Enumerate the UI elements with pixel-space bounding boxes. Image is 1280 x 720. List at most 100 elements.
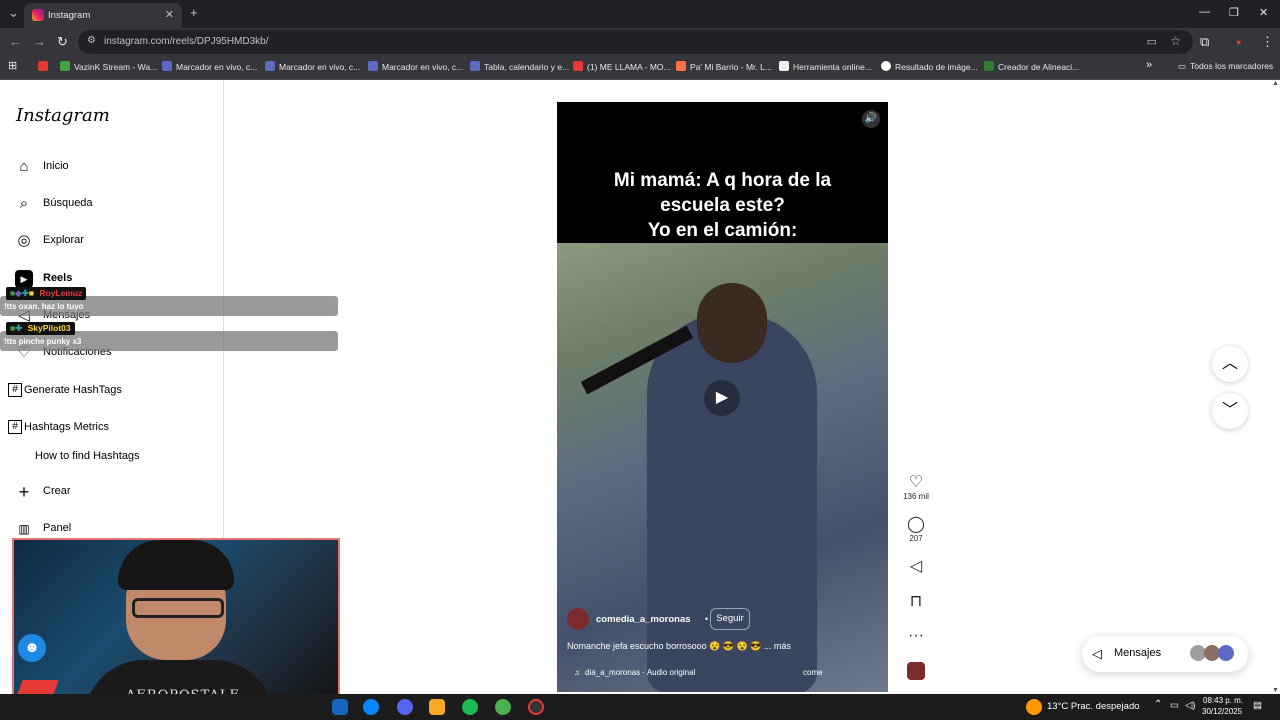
bookmark-9[interactable]: Resultado de imáge...: [881, 61, 978, 75]
reel-audio[interactable]: dia_a_moronas · Audio original: [585, 668, 695, 677]
reload-icon[interactable]: ↻: [57, 34, 68, 50]
music-note-icon: ♫: [574, 668, 580, 677]
browser-tab[interactable]: Instagram ✕: [24, 3, 182, 28]
browser-tab-strip: ⌄ Instagram ✕ + — ❐ ✕: [0, 0, 1280, 28]
spotify-icon[interactable]: [462, 699, 478, 715]
bookmark-icon[interactable]: ⊓: [898, 593, 934, 611]
apps-icon[interactable]: ⊞: [8, 59, 17, 73]
bookmark-label: Tabla, calendario y e...: [484, 62, 570, 72]
next-reel-button[interactable]: ﹀: [1212, 393, 1248, 429]
bookmark-label: VazinK Stream - Wa...: [74, 62, 158, 72]
avatar: [1218, 645, 1234, 661]
profile-icon[interactable]: ●: [1236, 37, 1241, 47]
bookmark-5[interactable]: Tabla, calendario y e...: [470, 61, 569, 75]
bookmark-2[interactable]: Marcador en vivo, c...: [162, 61, 257, 75]
minimize-icon[interactable]: —: [1199, 6, 1210, 18]
new-tab-icon[interactable]: +: [190, 5, 198, 20]
audio-thumbnail[interactable]: [907, 662, 925, 680]
site-info-icon[interactable]: ⚙: [87, 35, 96, 46]
tab-title: Instagram: [48, 10, 91, 21]
comment-icon[interactable]: ◯: [898, 516, 934, 534]
bookmark-7[interactable]: Pa' Mi Barrio - Mr. L...: [676, 61, 772, 75]
forward-icon[interactable]: →: [33, 34, 46, 49]
person-head: [697, 283, 767, 363]
volume-icon[interactable]: 🔊: [862, 110, 880, 128]
messages-pill[interactable]: ◁ Mensajes: [1082, 636, 1248, 672]
bookmark-1[interactable]: VazinK Stream - Wa...: [60, 61, 157, 75]
play-icon[interactable]: ▶: [704, 380, 740, 416]
nav-label: How to find Hashtags: [35, 450, 140, 462]
bookmark-star-icon[interactable]: ☆: [1170, 34, 1181, 48]
bookmark-youtube[interactable]: [38, 61, 52, 75]
tab-close-icon[interactable]: ✕: [165, 8, 174, 21]
instagram-logo[interactable]: Instagram: [16, 105, 110, 126]
network-icon[interactable]: ▭: [1170, 700, 1179, 711]
clock-date[interactable]: 30/12/2025: [1202, 707, 1242, 716]
more-action[interactable]: ···: [898, 627, 934, 645]
streamer-hair: [118, 540, 234, 590]
app-icon[interactable]: [332, 699, 348, 715]
bookmark-6[interactable]: (1) ME LLAMA - MO...: [573, 61, 671, 75]
save-action[interactable]: ⊓: [898, 593, 934, 611]
messages-pill-label: Mensajes: [1114, 647, 1162, 659]
avatar[interactable]: [567, 608, 589, 630]
tray-chevron-icon[interactable]: ⌃: [1154, 699, 1162, 710]
clock-time[interactable]: 08:43 p. m.: [1203, 696, 1243, 705]
bookmarks-bar: ⊞ VazinK Stream - Wa... Marcador en vivo…: [0, 56, 1280, 80]
bookmark-8[interactable]: Herramienta online...: [779, 61, 872, 75]
bookmark-3[interactable]: Marcador en vivo, c...: [265, 61, 360, 75]
separator-dot: •: [705, 614, 709, 624]
chart-icon: ▥: [18, 522, 30, 536]
all-bookmarks[interactable]: ▭ Todos los marcadores: [1178, 61, 1273, 75]
more-icon[interactable]: ···: [898, 627, 934, 645]
bookmark-label: Resultado de imáge...: [895, 62, 978, 72]
comment-action[interactable]: ◯ 207: [898, 516, 934, 543]
bookmark-4[interactable]: Marcador en vivo, c...: [368, 61, 463, 75]
instagram-favicon-icon: [32, 9, 44, 21]
bookmark-10[interactable]: Creador de Alineaci...: [984, 61, 1079, 75]
reel-username[interactable]: comedia_a_moronas: [596, 614, 691, 625]
previous-reel-button[interactable]: ︿: [1212, 346, 1248, 382]
page-scrollbar[interactable]: ▲ ▼: [1270, 80, 1280, 694]
obs-icon[interactable]: [528, 699, 544, 715]
follow-button[interactable]: Seguir: [710, 608, 750, 630]
chat-username: ■◆✚■ RoyLemuz: [6, 287, 87, 300]
restore-icon[interactable]: ❐: [1229, 6, 1239, 19]
google-icon: [881, 61, 891, 71]
more-bookmarks-icon[interactable]: »: [1146, 59, 1152, 73]
menu-icon[interactable]: ⋮: [1261, 34, 1274, 50]
chrome-icon[interactable]: [495, 699, 511, 715]
all-bookmarks-label: Todos los marcadores: [1190, 61, 1274, 71]
heart-icon[interactable]: ♡: [898, 474, 934, 492]
bookmark-label: Pa' Mi Barrio - Mr. L...: [690, 62, 772, 72]
folder-icon[interactable]: [429, 699, 445, 715]
scroll-down-icon[interactable]: ▼: [1272, 687, 1279, 694]
nav-label: Búsqueda: [43, 197, 93, 209]
alien-logo-icon: ☻: [18, 634, 46, 662]
notifications-icon[interactable]: ▤: [1253, 700, 1262, 711]
discord-icon[interactable]: [397, 699, 413, 715]
install-app-icon[interactable]: ▭: [1147, 35, 1157, 48]
hashtag-icon: #: [8, 420, 22, 434]
tool-icon: [779, 61, 789, 71]
caption-line: Mi mamá: A q hora de la: [613, 170, 832, 191]
caption-line: escuela este?: [660, 195, 785, 216]
window-close-icon[interactable]: ✕: [1259, 6, 1268, 19]
back-icon[interactable]: ←: [9, 34, 22, 49]
address-url: instagram.com/reels/DPJ95HMD3kb/: [104, 36, 269, 47]
scroll-up-icon[interactable]: ▲: [1272, 80, 1279, 87]
weather-text[interactable]: 13°C Prac. despejado: [1047, 701, 1140, 712]
share-action[interactable]: ◁: [898, 558, 934, 576]
share-icon[interactable]: ◁: [898, 558, 934, 576]
edge-icon[interactable]: [363, 699, 379, 715]
extensions-icon[interactable]: ⧉: [1200, 34, 1209, 50]
chat-username-label: SkyPilot03: [27, 323, 71, 333]
tab-search-icon[interactable]: ⌄: [8, 5, 19, 21]
like-action[interactable]: ♡ 136 mil: [898, 474, 934, 501]
reel-player[interactable]: 🔊 Mi mamá: A q hora de la escuela este? …: [557, 102, 888, 692]
address-bar[interactable]: ⚙ instagram.com/reels/DPJ95HMD3kb/ ▭ ☆: [78, 30, 1193, 54]
reel-description[interactable]: Nomanche jefa escucho borrosooo 😵 😎 😵 😎 …: [567, 641, 791, 652]
webcam-overlay: AEROPOSTALE ☻: [12, 538, 340, 713]
youtube-icon: [38, 61, 48, 71]
volume-icon[interactable]: ◁): [1185, 700, 1195, 711]
